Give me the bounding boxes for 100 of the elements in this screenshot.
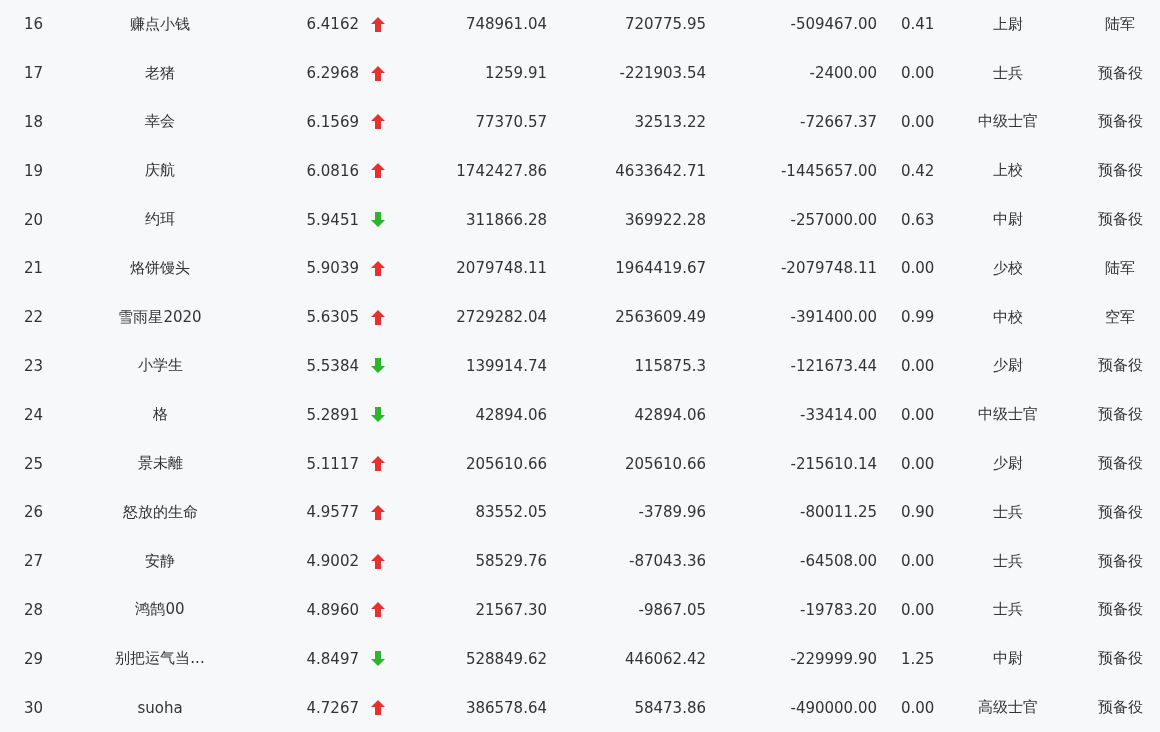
table-cell-text: 0.42: [900, 161, 936, 180]
score-cell: 6.1569: [306, 113, 359, 131]
table-cell: -391400.00: [790, 308, 877, 327]
table-cell: 2563609.49: [615, 308, 706, 327]
table-cell: 139914.74: [465, 356, 547, 375]
score-cell: 4.9577: [306, 503, 359, 522]
table-cell-text: 0.90: [900, 503, 936, 522]
table-cell: 4633642.71: [615, 161, 706, 180]
name-cell: 雪雨星2020: [118, 307, 202, 327]
table-cell: 205610.66: [465, 454, 547, 473]
score-cell: 5.9039: [306, 259, 359, 278]
name-cell: 别把运气当...: [115, 649, 205, 669]
name-cell: 幸会: [145, 112, 175, 132]
rank-cell-text: 25: [23, 454, 45, 473]
table-cell: -72667.37: [800, 113, 877, 131]
branch-cell: 预备役: [1097, 210, 1143, 230]
table-cell: -229999.90: [790, 649, 877, 668]
name-cell: 小学生: [137, 356, 183, 376]
rank-title-cell: 中级士官: [978, 112, 1038, 132]
score-cell: 5.6305: [306, 308, 359, 327]
table-cell: 386578.64: [465, 698, 547, 717]
rank-title-cell: 少尉: [993, 454, 1023, 474]
table-cell: 1259.91: [484, 64, 547, 83]
branch-cell: 预备役: [1097, 649, 1143, 669]
rank-cell-text: 30: [23, 698, 45, 717]
score-cell: 6.2968: [306, 64, 359, 83]
table-cell: -121673.44: [790, 356, 877, 375]
rank-title-cell: 士兵: [993, 502, 1023, 522]
table-cell: -19783.20: [800, 600, 877, 619]
name-cell: 烙饼馒头: [130, 258, 190, 278]
table-cell: -9867.05: [638, 600, 706, 619]
rank-title-cell: 上校: [993, 161, 1023, 181]
rank-cell-text: 26: [23, 503, 45, 522]
rank-cell-text: 20: [23, 210, 45, 229]
table-cell: 1964419.67: [615, 259, 706, 278]
table-cell-text: 0.00: [900, 113, 936, 131]
rank-cell-text: 17: [23, 64, 45, 83]
score-cell: 6.0816: [306, 161, 359, 180]
score-cell: 5.2891: [306, 405, 359, 424]
branch-cell: 预备役: [1097, 112, 1143, 132]
table-cell: -80011.25: [800, 503, 877, 522]
score-cell: 4.8497: [306, 649, 359, 668]
rank-title-cell: 少尉: [993, 356, 1023, 376]
score-cell: 4.8960: [306, 600, 359, 619]
rank-cell-text: 24: [23, 405, 45, 424]
table-cell-text: 0.00: [900, 454, 936, 473]
table-cell: -2079748.11: [780, 259, 877, 278]
branch-cell: 预备役: [1097, 356, 1143, 376]
table-cell: -2400.00: [809, 64, 877, 83]
table-cell: -33414.00: [800, 405, 877, 424]
name-cell: 安静: [145, 551, 175, 571]
branch-cell: 陆军: [1105, 258, 1135, 278]
table-cell: 32513.22: [634, 113, 706, 131]
rank-title-cell: 高级士官: [978, 698, 1038, 718]
table-cell: 311866.28: [465, 210, 547, 229]
rank-title-cell: 士兵: [993, 63, 1023, 83]
score-cell: 4.7267: [306, 698, 359, 717]
table-cell: 58529.76: [475, 552, 547, 571]
rank-cell-text: 21: [23, 259, 45, 278]
name-cell: 赚点小钱: [130, 14, 190, 34]
rank-title-cell: 士兵: [993, 551, 1023, 571]
rank-cell-text: 19: [23, 161, 45, 180]
rank-title-cell: 中级士官: [978, 405, 1038, 425]
branch-cell: 空军: [1105, 307, 1135, 327]
branch-cell: 陆军: [1105, 14, 1135, 34]
table-cell: 2079748.11: [456, 259, 547, 278]
branch-cell: 预备役: [1097, 600, 1143, 620]
branch-cell: 预备役: [1097, 405, 1143, 425]
name-cell: 庆航: [145, 161, 175, 181]
table-cell: 42894.06: [634, 405, 706, 424]
table-cell: -490000.00: [790, 698, 877, 717]
rank-title-cell: 中校: [993, 307, 1023, 327]
table-cell-text: 0.41: [900, 15, 936, 34]
table-cell: 720775.95: [624, 15, 706, 34]
branch-cell: 预备役: [1097, 551, 1143, 571]
rank-title-cell: 中尉: [993, 649, 1023, 669]
table-cell-text: 0.00: [900, 356, 936, 375]
table-cell-text: 0.63: [900, 210, 936, 229]
table-cell-text: 1.25: [900, 649, 936, 668]
rank-title-cell: 少校: [993, 258, 1023, 278]
table-cell: 2729282.04: [456, 308, 547, 327]
name-cell: 老猪: [145, 63, 175, 83]
table-cell: 115875.3: [634, 356, 706, 375]
table-cell-text: 0.00: [900, 600, 936, 619]
rank-cell-text: 28: [23, 600, 45, 619]
table-cell: 83552.05: [475, 503, 547, 522]
table-cell: -257000.00: [790, 210, 877, 229]
table-cell: 446062.42: [624, 649, 706, 668]
score-cell: 5.5384: [306, 356, 359, 375]
branch-cell: 预备役: [1097, 161, 1143, 181]
name-cell: 格: [152, 405, 168, 425]
name-cell: 怒放的生命: [122, 502, 198, 522]
name-cell: suoha: [137, 698, 183, 717]
branch-cell: 预备役: [1097, 63, 1143, 83]
branch-cell: 预备役: [1097, 698, 1143, 718]
table-cell: 21567.30: [475, 600, 547, 619]
branch-cell: 预备役: [1097, 502, 1143, 522]
table-cell: 205610.66: [624, 454, 706, 473]
table-cell-text: 0.00: [900, 405, 936, 424]
table-cell: -1445657.00: [780, 161, 877, 180]
